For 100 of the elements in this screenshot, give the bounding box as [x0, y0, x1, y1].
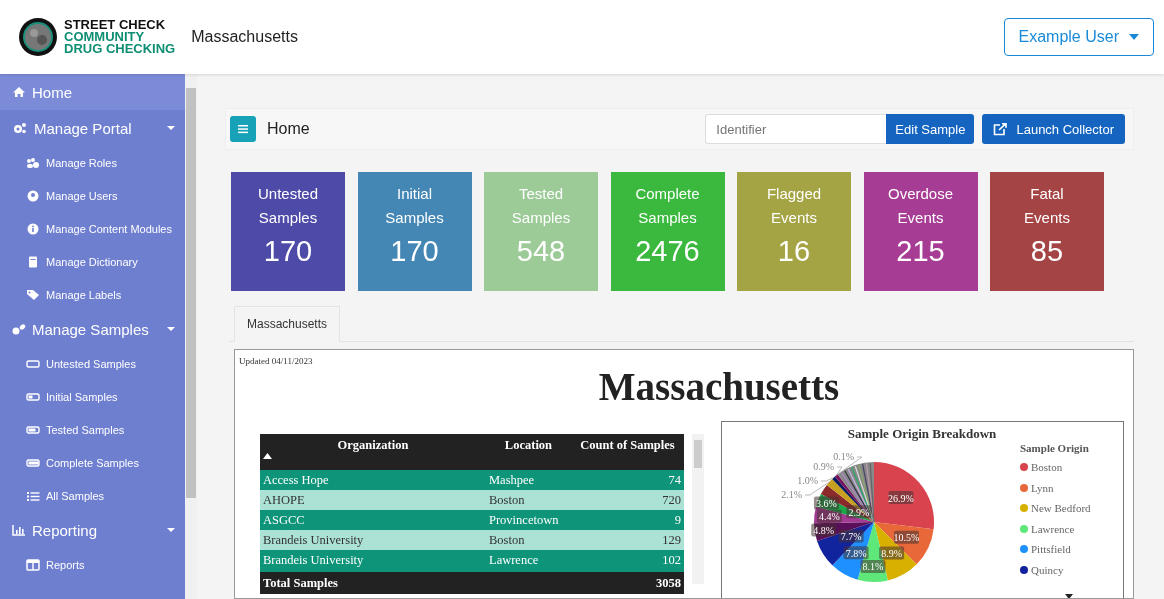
- sort-icon: [263, 453, 272, 459]
- edit-sample-button[interactable]: Edit Sample: [886, 114, 975, 144]
- sidebar-subitem[interactable]: Manage Dictionary: [0, 245, 185, 278]
- logo-text: COMMUNITY: [64, 31, 146, 43]
- sidebar-subitem[interactable]: All Samples: [0, 479, 185, 512]
- table-cell: Access Hope: [260, 470, 486, 490]
- page-title: Massachusetts: [191, 28, 298, 46]
- legend-title: Sample Origin: [1020, 442, 1090, 454]
- tab[interactable]: Massachusetts: [234, 306, 341, 342]
- legend-label: Quincy: [1031, 563, 1064, 576]
- data-label: 2.1%: [781, 489, 802, 500]
- table-cell: Total Samples: [260, 571, 486, 594]
- sidebar-item[interactable]: Home: [0, 74, 185, 110]
- stat-value: 16: [777, 235, 811, 268]
- table-icon: [26, 558, 40, 571]
- stat-value: 2476: [635, 235, 700, 268]
- data-label: 8.1%: [860, 560, 886, 573]
- logo-text: STREET CHECK: [64, 19, 167, 31]
- data-label: 7.7%: [838, 529, 864, 543]
- people-icon: [26, 156, 40, 169]
- logo-text: DRUG CHECKING: [64, 43, 176, 55]
- legend-label: Pittsfield: [1031, 543, 1071, 556]
- list-icon: [26, 489, 40, 502]
- sidebar-subitem[interactable]: Manage Content Modules: [0, 212, 185, 245]
- home-icon: [12, 86, 26, 98]
- caret-icon: [1129, 34, 1139, 40]
- logo-icon: [18, 17, 58, 57]
- stat-value: 548: [516, 235, 566, 268]
- data-label: 26.9%: [888, 491, 914, 505]
- scrollbar[interactable]: [692, 434, 704, 584]
- menu-icon: [238, 124, 248, 134]
- legend-label: Boston: [1031, 461, 1063, 474]
- toolbar-title: Home: [267, 120, 310, 138]
- data-label: 3.6%: [813, 496, 839, 510]
- data-label: 1.0%: [797, 475, 818, 486]
- stat-label: Fatal Events: [1023, 184, 1071, 228]
- sidebar-item[interactable]: Manage Portal: [0, 110, 185, 146]
- table-cell: Lawrence: [486, 550, 571, 571]
- sidebar-subitem[interactable]: Initial Samples: [0, 380, 185, 413]
- updated-date: Updated 04/11/2023: [239, 356, 313, 366]
- stat-label: Overdose Events: [886, 184, 954, 228]
- legend-label: Lynn: [1031, 481, 1054, 494]
- data-label: 0.9%: [813, 461, 834, 472]
- table-cell: Boston: [486, 530, 571, 550]
- stat-label: Untested Samples: [256, 184, 319, 228]
- pills-icon: [12, 323, 26, 335]
- identifier-field[interactable]: Identifier: [705, 114, 887, 144]
- launch-collector-button[interactable]: Launch Collector: [982, 114, 1125, 144]
- table-cell: 74: [570, 470, 684, 490]
- caret-icon[interactable]: [1065, 594, 1073, 598]
- legend-label: Lawrence: [1031, 522, 1075, 535]
- stat-value: 215: [896, 235, 945, 268]
- table-cell: 9: [570, 510, 684, 530]
- sidebar-subitem[interactable]: Manage Labels: [0, 278, 185, 311]
- stat-value: 170: [390, 235, 439, 268]
- stat-label: Initial Samples: [384, 184, 445, 228]
- sidebar-subitem[interactable]: Complete Samples: [0, 446, 185, 479]
- book-icon: [26, 255, 40, 268]
- battery-icon: [26, 423, 40, 436]
- data-label: 4.4%: [816, 509, 842, 523]
- column-header[interactable]: Location: [486, 434, 571, 470]
- table-cell: Boston: [486, 490, 571, 510]
- sidebar-subitem[interactable]: Manage Users: [0, 179, 185, 212]
- data-label: 8.9%: [879, 546, 905, 560]
- column-header[interactable]: Count of Samples: [570, 434, 684, 470]
- battery-icon: [26, 357, 40, 370]
- table-cell: ASGCC: [260, 510, 486, 530]
- table-cell: Mashpee: [486, 470, 571, 490]
- stat-label: Complete Samples: [634, 184, 701, 228]
- battery-icon: [26, 390, 40, 403]
- table-cell: Provincetown: [486, 510, 571, 530]
- stat-label: Flagged Events: [765, 184, 823, 228]
- column-header[interactable]: Organization: [260, 434, 486, 470]
- table-cell: 3058: [570, 571, 684, 594]
- table-cell: 720: [570, 490, 684, 510]
- user-menu-button[interactable]: Example User: [1003, 18, 1154, 56]
- data-label: 4.8%: [811, 523, 837, 537]
- scrollbar[interactable]: [185, 74, 197, 599]
- stat-label: Tested Samples: [510, 184, 572, 228]
- stat-value: 170: [263, 235, 313, 268]
- bar-chart-icon: [12, 524, 26, 536]
- sidebar-item[interactable]: Reporting: [0, 512, 185, 548]
- data-label: 10.5%: [893, 530, 920, 544]
- menu-button[interactable]: [230, 116, 256, 142]
- gears-icon: [12, 122, 28, 134]
- chart-title: Sample Origin Breakdown: [847, 426, 997, 441]
- sidebar-subitem[interactable]: Manage Roles: [0, 146, 185, 179]
- sidebar-item[interactable]: Manage Samples: [0, 311, 185, 347]
- table-cell: Brandeis University: [260, 550, 486, 571]
- tag-icon: [26, 288, 40, 301]
- report-title: Massachusetts: [597, 364, 841, 409]
- user-icon: [26, 189, 40, 202]
- sidebar-subitem[interactable]: Reports: [0, 548, 185, 581]
- sidebar-subitem[interactable]: Untested Samples: [0, 347, 185, 380]
- sidebar-subitem[interactable]: Tested Samples: [0, 413, 185, 446]
- legend-label: New Bedford: [1031, 502, 1091, 515]
- table-cell: AHOPE: [260, 490, 486, 510]
- data-label: 7.8%: [843, 546, 869, 560]
- info-icon: [26, 222, 40, 235]
- table-cell: Brandeis University: [260, 530, 486, 550]
